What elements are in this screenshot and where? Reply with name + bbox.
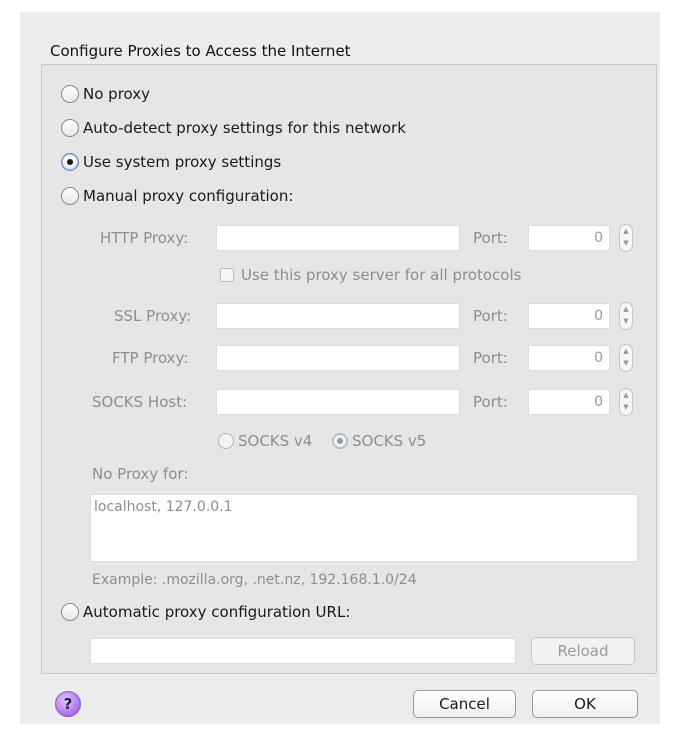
ftp-port-input[interactable] <box>528 345 610 371</box>
ftp-proxy-input[interactable] <box>216 345 460 371</box>
socks-v5-label: SOCKS v5 <box>352 432 427 450</box>
ssl-proxy-label: SSL Proxy: <box>114 307 192 325</box>
http-proxy-input[interactable] <box>216 225 460 251</box>
auto-detect-radio[interactable] <box>61 119 79 137</box>
share-proxy-label: Use this proxy server for all protocols <box>241 266 522 284</box>
dialog-title: Configure Proxies to Access the Internet <box>50 42 351 60</box>
auto-detect-label: Auto-detect proxy settings for this netw… <box>83 119 406 137</box>
http-proxy-label: HTTP Proxy: <box>100 229 189 247</box>
reload-button[interactable]: Reload <box>531 637 635 665</box>
no-proxy-for-textarea[interactable]: localhost, 127.0.0.1 <box>90 494 638 562</box>
socks-v4-label: SOCKS v4 <box>238 432 313 450</box>
share-proxy-checkbox[interactable] <box>220 268 234 282</box>
manual-proxy-label: Manual proxy configuration: <box>83 187 294 205</box>
help-button[interactable]: ? <box>55 691 81 717</box>
socks-port-stepper[interactable]: ▲ ▼ <box>619 388 633 416</box>
manual-proxy-radio[interactable] <box>61 187 79 205</box>
http-port-stepper[interactable]: ▲ ▼ <box>619 224 633 252</box>
http-port-label: Port: <box>473 229 508 247</box>
ftp-proxy-label: FTP Proxy: <box>112 349 189 367</box>
socks-host-label: SOCKS Host: <box>92 393 188 411</box>
no-proxy-for-label: No Proxy for: <box>92 465 189 483</box>
auto-config-url-radio[interactable] <box>61 603 79 621</box>
system-proxy-radio[interactable] <box>61 153 79 171</box>
socks-v4-radio[interactable] <box>218 433 234 449</box>
ssl-port-input[interactable] <box>528 303 610 329</box>
socks-port-label: Port: <box>473 393 508 411</box>
cancel-button[interactable]: Cancel <box>413 690 516 718</box>
socks-port-input[interactable] <box>528 389 610 415</box>
no-proxy-example: Example: .mozilla.org, .net.nz, 192.168.… <box>92 572 417 588</box>
ok-button[interactable]: OK <box>532 690 638 718</box>
http-port-input[interactable] <box>528 225 610 251</box>
socks-v5-radio[interactable] <box>332 433 348 449</box>
ssl-port-stepper[interactable]: ▲ ▼ <box>619 302 633 330</box>
ssl-proxy-input[interactable] <box>216 303 460 329</box>
no-proxy-label: No proxy <box>83 85 150 103</box>
ftp-port-stepper[interactable]: ▲ ▼ <box>619 344 633 372</box>
system-proxy-label: Use system proxy settings <box>83 153 282 171</box>
no-proxy-radio[interactable] <box>61 85 79 103</box>
auto-config-url-label: Automatic proxy configuration URL: <box>83 603 351 621</box>
ssl-port-label: Port: <box>473 307 508 325</box>
ftp-port-label: Port: <box>473 349 508 367</box>
socks-host-input[interactable] <box>216 389 460 415</box>
auto-config-url-input[interactable] <box>90 638 516 664</box>
